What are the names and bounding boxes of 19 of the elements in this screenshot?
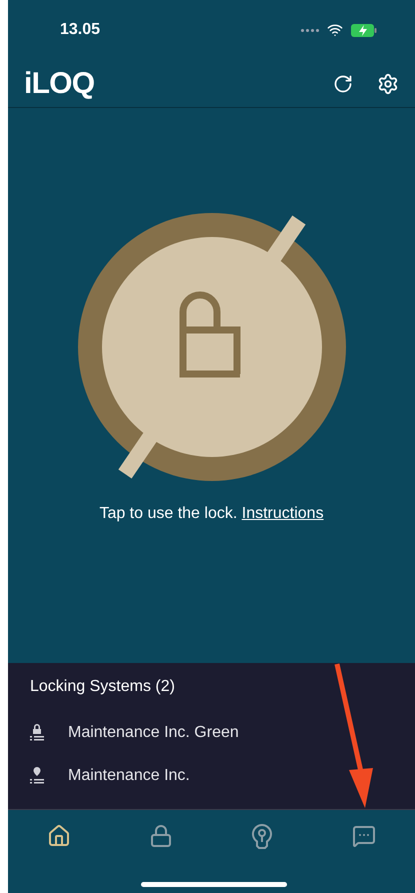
locking-system-item[interactable]: Maintenance Inc.: [30, 754, 393, 797]
padlock-icon: [148, 824, 173, 848]
wifi-icon: [327, 22, 343, 38]
key-icon: [250, 823, 274, 849]
status-time: 13.05: [60, 20, 100, 40]
chat-icon: [352, 824, 376, 848]
lock-button[interactable]: [76, 212, 346, 482]
location-list-icon: [30, 766, 44, 786]
instructions-link[interactable]: Instructions: [242, 505, 324, 522]
settings-button[interactable]: [377, 72, 399, 94]
locking-system-item[interactable]: Maintenance Inc. Green: [30, 711, 393, 754]
app-logo: iLOQ: [24, 66, 94, 102]
home-icon: [46, 824, 71, 848]
section-title: Locking Systems (2): [30, 677, 176, 697]
padlock-list-icon: [30, 722, 44, 742]
lock-prompt: Tap to use the lock. Instructions: [99, 504, 324, 524]
battery-icon: [351, 24, 377, 36]
refresh-button[interactable]: [333, 74, 353, 94]
signal-icon: [301, 28, 319, 32]
